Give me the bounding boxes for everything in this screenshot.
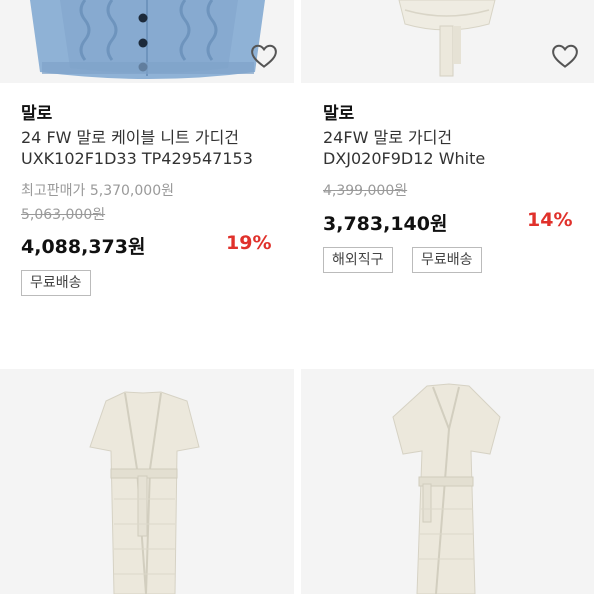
product-code[interactable]: UXK102F1D33 TP429547153 [21,149,253,168]
product-card[interactable]: 말로 24FW 말로 가디건 DXJ020F9D12 White 4,399,0… [301,0,594,300]
discount-rate: 14% [527,209,573,231]
discount-rate: 19% [226,232,272,254]
product-card[interactable]: 말로 24 FW 말로 케이블 니트 가디건 UXK102F1D33 TP429… [0,0,294,300]
free-shipping-badge: 무료배송 [412,247,482,273]
product-name[interactable]: 24 FW 말로 케이블 니트 가디건 [21,124,239,148]
original-price: 5,063,000원 [21,207,106,223]
original-price: 4,399,000원 [323,183,408,199]
heart-icon[interactable] [550,41,580,71]
brand-name: 말로 [323,104,355,124]
free-shipping-badge: 무료배송 [21,270,91,296]
product-image[interactable] [0,0,294,83]
product-card[interactable] [301,369,594,594]
sale-price: 3,783,140원 [323,213,448,235]
product-image[interactable] [0,369,294,594]
product-card[interactable] [0,369,294,594]
brand-name: 말로 [21,104,53,124]
overseas-direct-badge: 해외직구 [323,247,393,273]
product-image[interactable] [301,0,594,83]
white-knit-vest-image [0,369,294,594]
heart-icon[interactable] [249,41,279,71]
max-price-label: 최고판매가 5,370,000원 [21,183,174,199]
sale-price: 4,088,373원 [21,236,146,258]
product-image[interactable] [301,369,594,594]
product-code[interactable]: DXJ020F9D12 White [323,149,485,168]
product-name[interactable]: 24FW 말로 가디건 [323,124,452,148]
white-knit-robe-image [301,369,594,594]
